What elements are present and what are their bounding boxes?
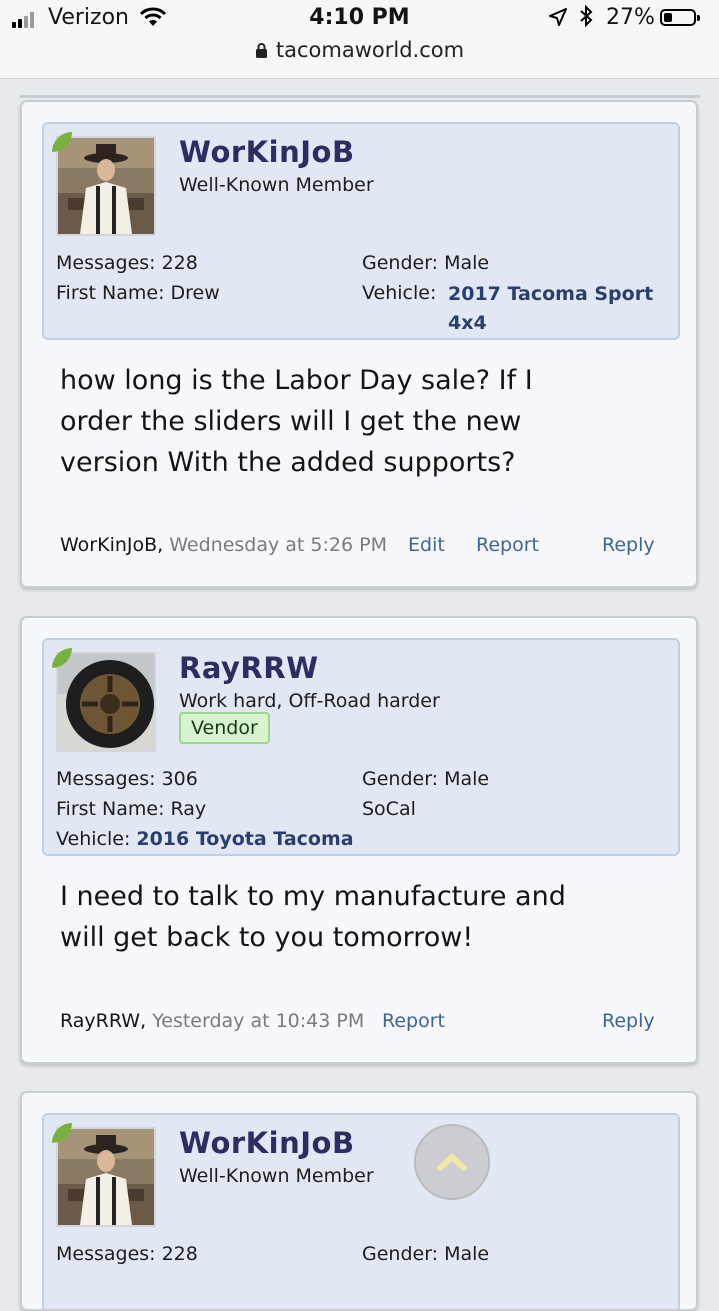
edit-link[interactable]: Edit (408, 534, 445, 556)
post-date[interactable]: Wednesday at 5:26 PM (169, 534, 387, 556)
message-line: version With the added supports? (60, 447, 516, 478)
username[interactable]: WorKinJoB (179, 135, 355, 169)
username[interactable]: RayRRW (179, 651, 319, 685)
gender-stat: Gender: Male (362, 1243, 490, 1265)
messages-stat: Messages: 228 (56, 1243, 198, 1265)
post-card: WorKinJoB Well-Known Member Messages: 228… (20, 100, 698, 588)
user-title: Well-Known Member (179, 174, 374, 196)
chevron-up-icon (437, 1154, 467, 1171)
message-line: order the sliders will I get the new (60, 406, 522, 437)
address-bar[interactable]: tacomaworld.com (0, 38, 719, 64)
post-author-link[interactable]: RayRRW, (60, 1010, 146, 1032)
avatar[interactable] (56, 1127, 156, 1227)
vehicle-link[interactable]: 2016 Toyota Tacoma (136, 828, 353, 850)
vehicle-stat: Vehicle: 2016 Toyota Tacoma (56, 828, 354, 850)
report-link[interactable]: Report (382, 1010, 445, 1032)
username[interactable]: WorKinJoB (179, 1126, 355, 1160)
reply-link[interactable]: Reply (602, 534, 655, 556)
user-info-box: RayRRW Work hard, Off-Road harder Vendor… (42, 638, 680, 856)
avatar[interactable] (56, 652, 156, 752)
post-footer: RayRRW, Yesterday at 10:43 PM Report Rep… (60, 1010, 660, 1032)
report-link[interactable]: Report (476, 534, 539, 556)
vehicle-link[interactable]: 2017 Tacoma Sport 4x4 (448, 280, 653, 338)
user-info-box: WorKinJoB Well-Known Member Messages: 228… (42, 1113, 680, 1309)
user-title: Well-Known Member (179, 1165, 374, 1187)
post-card: RayRRW Work hard, Off-Road harder Vendor… (20, 616, 698, 1064)
divider (20, 95, 700, 98)
gender-stat: Gender: Male (362, 768, 490, 790)
location-arrow-icon (549, 8, 567, 30)
url-text: tacomaworld.com (275, 38, 465, 62)
first-name-stat: First Name: Ray (56, 798, 207, 820)
battery-percent: 27% (606, 5, 655, 30)
post-card: WorKinJoB Well-Known Member Messages: 228… (20, 1091, 698, 1311)
post-date[interactable]: Yesterday at 10:43 PM (152, 1010, 364, 1032)
vendor-badge: Vendor (179, 712, 270, 744)
vehicle-label: Vehicle: (362, 282, 437, 304)
bluetooth-icon (579, 4, 593, 32)
battery-icon (660, 9, 700, 26)
messages-stat: Messages: 306 (56, 768, 198, 790)
gender-stat: Gender: Male (362, 252, 490, 274)
scroll-to-top-button[interactable] (414, 1124, 490, 1200)
first-name-stat: First Name: Drew (56, 282, 220, 304)
post-author-link[interactable]: WorKinJoB, (60, 534, 163, 556)
lock-icon (255, 40, 268, 64)
message-line: how long is the Labor Day sale? If I (60, 365, 533, 396)
messages-stat: Messages: 228 (56, 252, 198, 274)
message-body: how long is the Labor Day sale? If I ord… (60, 360, 533, 483)
status-bar: Verizon 4:10 PM 27% tacomaworld.com (0, 0, 719, 79)
message-line: I need to talk to my manufacture and (60, 881, 566, 912)
message-line: will get back to you tomorrow! (60, 922, 474, 953)
message-body: I need to talk to my manufacture and wil… (60, 876, 566, 958)
user-title: Work hard, Off-Road harder (179, 690, 440, 712)
post-footer: WorKinJoB, Wednesday at 5:26 PM Edit Rep… (60, 534, 660, 556)
location-stat: SoCal (362, 798, 416, 820)
user-info-box: WorKinJoB Well-Known Member Messages: 228… (42, 122, 680, 340)
avatar[interactable] (56, 136, 156, 236)
reply-link[interactable]: Reply (602, 1010, 655, 1032)
